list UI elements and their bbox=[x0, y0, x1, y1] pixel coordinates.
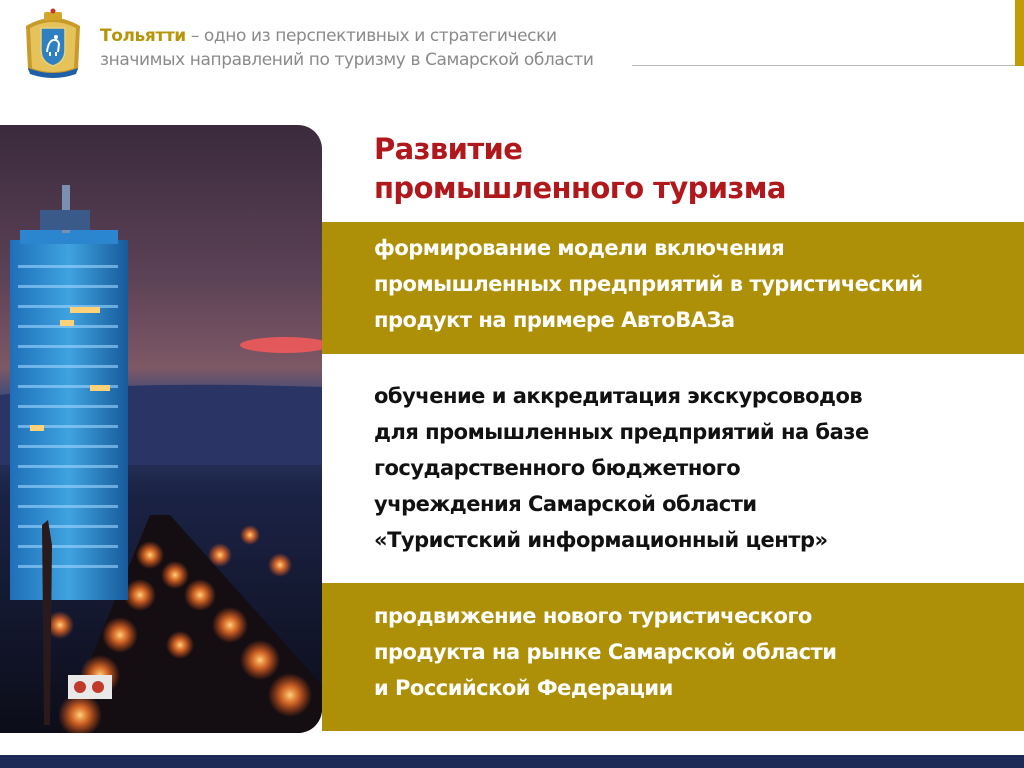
footer-bar bbox=[0, 755, 1024, 768]
slide-header: Тольятти – одно из перспективных и страт… bbox=[0, 0, 1024, 90]
night-city-photo bbox=[0, 125, 322, 733]
header-subtitle: Тольятти – одно из перспективных и страт… bbox=[100, 24, 594, 72]
block-line: продукта на рынке Самарской области bbox=[374, 640, 837, 664]
header-line-2: значимых направлений по туризму в Самарс… bbox=[100, 50, 594, 70]
slide-title: Развитие промышленного туризма bbox=[374, 130, 786, 208]
block-line: учреждения Самарской области bbox=[374, 492, 757, 516]
bullet-block-3: продвижение нового туристического продук… bbox=[374, 598, 837, 706]
block-line: и Российской Федерации bbox=[374, 676, 673, 700]
title-line-2: промышленного туризма bbox=[374, 171, 786, 205]
block-line: для промышленных предприятий на базе bbox=[374, 420, 869, 444]
block-line: продукт на примере АвтоВАЗа bbox=[374, 308, 735, 332]
block-line: государственного бюджетного bbox=[374, 456, 741, 480]
header-divider bbox=[632, 65, 1015, 66]
bullet-block-2: обучение и аккредитация экскурсоводов дл… bbox=[374, 378, 869, 558]
block-line: обучение и аккредитация экскурсоводов bbox=[374, 384, 863, 408]
header-line-1-rest: – одно из перспективных и стратегически bbox=[185, 26, 557, 46]
header-city: Тольятти bbox=[100, 26, 186, 46]
header-accent-bar bbox=[1015, 0, 1024, 66]
block-line: продвижение нового туристического bbox=[374, 604, 812, 628]
coat-of-arms-icon bbox=[22, 8, 84, 78]
bullet-block-1: формирование модели включения промышленн… bbox=[374, 230, 923, 338]
block-line: формирование модели включения bbox=[374, 236, 785, 260]
block-line: промышленных предприятий в туристический bbox=[374, 272, 923, 296]
title-line-1: Развитие bbox=[374, 132, 523, 166]
header-line-1: Тольятти – одно из перспективных и страт… bbox=[100, 24, 594, 48]
block-line: «Туристский информационный центр» bbox=[374, 528, 828, 552]
